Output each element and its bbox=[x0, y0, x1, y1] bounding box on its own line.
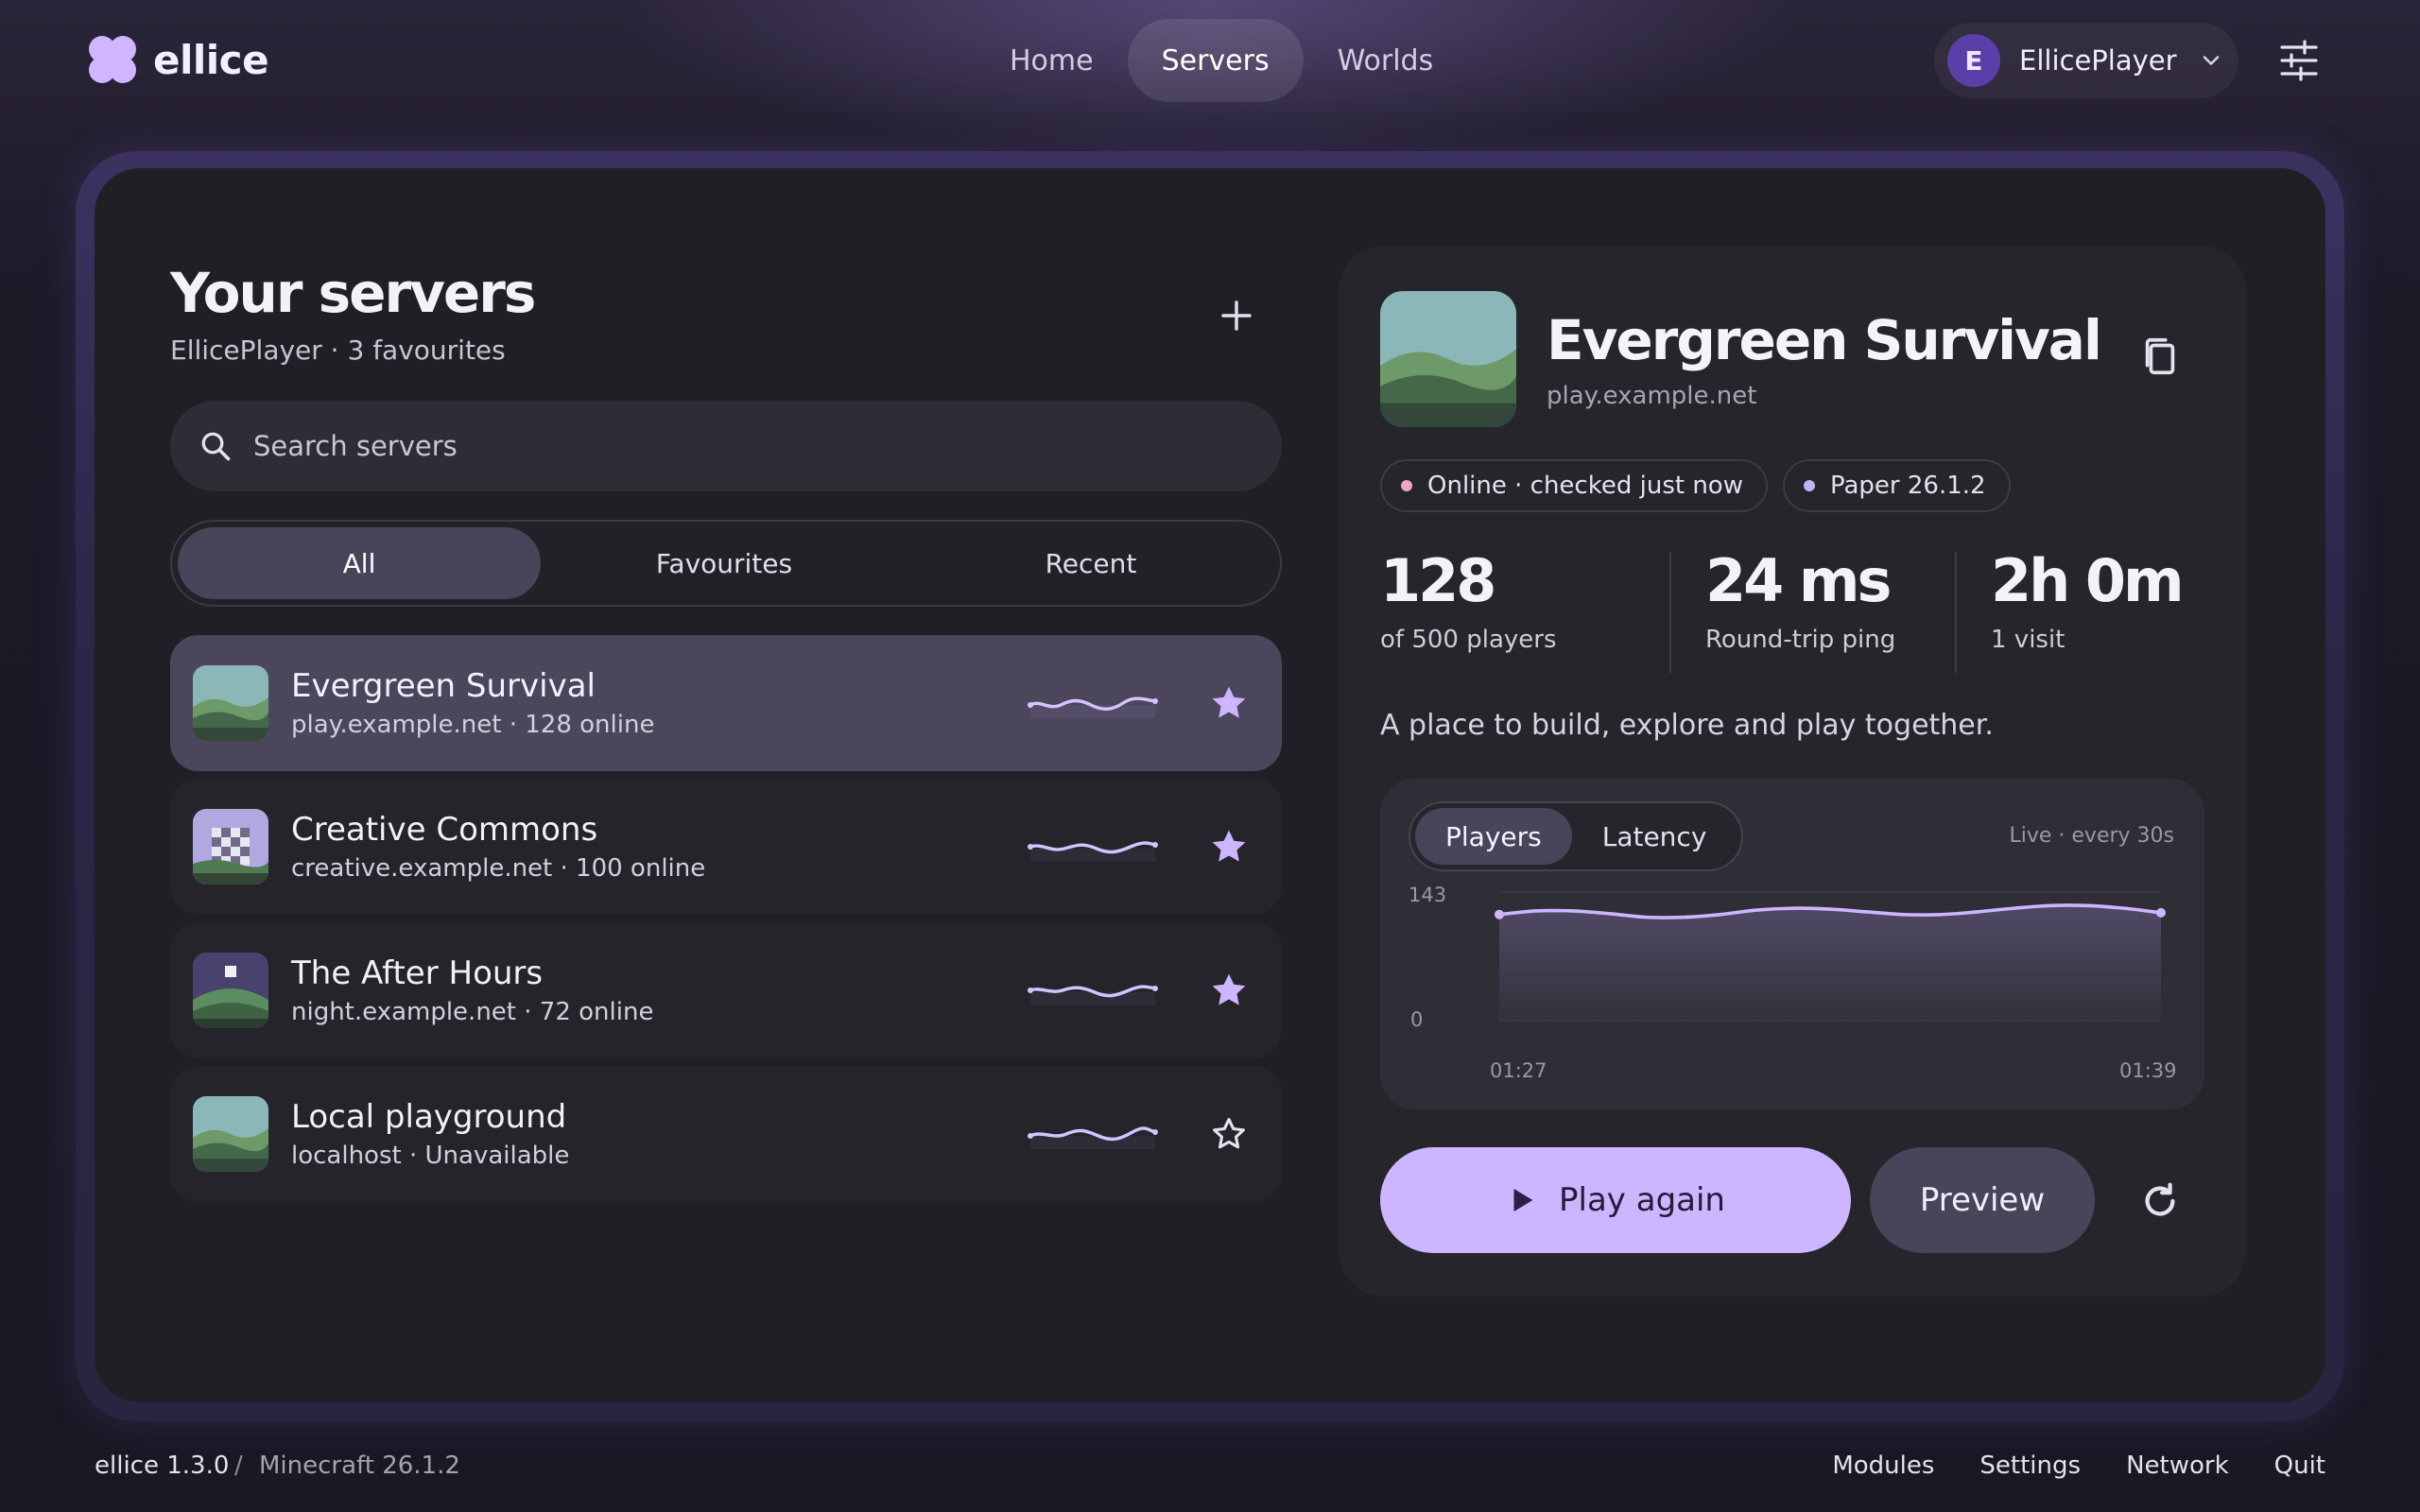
stat-label: Round-trip ping bbox=[1705, 626, 1896, 655]
player-sparkline bbox=[1028, 841, 1158, 862]
favourite-star-outline-icon[interactable] bbox=[1208, 1113, 1250, 1155]
favourite-star-icon[interactable] bbox=[1208, 682, 1250, 724]
server-title: Evergreen Survival bbox=[1547, 308, 2102, 372]
favourite-star-icon[interactable] bbox=[1208, 826, 1250, 868]
version-text: Paper 26.1.2 bbox=[1829, 472, 1986, 500]
user-name: EllicePlayer bbox=[2019, 44, 2177, 77]
stat-divider bbox=[1669, 552, 1671, 673]
stat-playtime: 2h 0m 1 visit bbox=[1991, 546, 2185, 655]
server-name: Evergreen Survival bbox=[291, 667, 596, 705]
version-badge: Paper 26.1.2 bbox=[1782, 459, 2011, 512]
page-title: Your servers bbox=[170, 261, 536, 325]
chevron-down-icon bbox=[2203, 56, 2219, 65]
page-subtitle: EllicePlayer · 3 favourites bbox=[170, 335, 506, 366]
stat-divider bbox=[1955, 552, 1957, 673]
top-bar: ellice Home Servers Worlds E EllicePlaye… bbox=[0, 0, 2420, 121]
stat-label: of 500 players bbox=[1380, 626, 1557, 655]
stat-value: 24 ms bbox=[1705, 546, 1892, 615]
status-text: Online · checked just now bbox=[1427, 472, 1743, 500]
settings-sliders-icon[interactable] bbox=[2276, 38, 2322, 83]
search-input[interactable] bbox=[253, 430, 1104, 462]
server-description: A place to build, explore and play toget… bbox=[1380, 709, 1994, 742]
avatar: E bbox=[1947, 34, 2000, 87]
server-name: Creative Commons bbox=[291, 811, 598, 849]
server-row[interactable]: Local playground localhost · Unavailable bbox=[170, 1066, 1282, 1202]
server-address: play.example.net · 128 online bbox=[291, 711, 655, 739]
stat-ping: 24 ms Round-trip ping bbox=[1705, 546, 1895, 654]
chart-point bbox=[2156, 907, 2166, 918]
footer-links: Modules Settings Network Quit bbox=[1832, 1452, 2325, 1480]
nav-worlds[interactable]: Worlds bbox=[1304, 19, 1468, 102]
y-tick-label: 0 bbox=[1410, 1008, 1423, 1031]
preview-button[interactable]: Preview bbox=[1870, 1147, 2095, 1253]
footer-link-modules[interactable]: Modules bbox=[1832, 1452, 1934, 1480]
player-chart-card: Players Latency Live · every 30s 143 0 0… bbox=[1380, 779, 2204, 1109]
play-button[interactable]: Play again bbox=[1380, 1147, 1851, 1253]
app-logo[interactable]: ellice bbox=[89, 36, 269, 83]
x-tick-label: 01:39 bbox=[2119, 1059, 2177, 1082]
server-address: creative.example.net · 100 online bbox=[291, 854, 706, 883]
add-server-button[interactable] bbox=[1210, 289, 1263, 342]
refresh-icon[interactable] bbox=[2138, 1179, 2182, 1223]
favourite-star-icon[interactable] bbox=[1208, 970, 1250, 1011]
y-tick-label: 143 bbox=[1409, 884, 1446, 906]
app-version: ellice 1.3.0 bbox=[95, 1452, 230, 1480]
players-area bbox=[1499, 904, 2161, 1021]
x-tick-label: 01:27 bbox=[1490, 1059, 1547, 1082]
nav-home[interactable]: Home bbox=[976, 19, 1128, 102]
server-thumbnail bbox=[1380, 291, 1516, 427]
online-dot-icon bbox=[1401, 480, 1412, 491]
search-bar bbox=[170, 401, 1282, 491]
server-row[interactable]: Creative Commons creative.example.net · … bbox=[170, 779, 1282, 915]
server-thumbnail bbox=[193, 1096, 268, 1172]
server-thumbnail bbox=[193, 953, 268, 1028]
server-address: night.example.net · 72 online bbox=[291, 998, 654, 1026]
footer-bar: ellice 1.3.0 / Minecraft 26.1.2 Modules … bbox=[0, 1427, 2420, 1512]
stat-value: 128 bbox=[1380, 546, 1496, 615]
server-address: localhost · Unavailable bbox=[291, 1142, 570, 1170]
filter-favourites[interactable]: Favourites bbox=[541, 527, 908, 599]
server-thumbnail bbox=[193, 665, 268, 741]
user-menu[interactable]: E EllicePlayer bbox=[1934, 23, 2238, 98]
server-detail-panel: Evergreen Survival play.example.net Onli… bbox=[1339, 246, 2246, 1297]
server-host: play.example.net bbox=[1547, 382, 1757, 410]
footer-link-network[interactable]: Network bbox=[2126, 1452, 2229, 1480]
player-sparkline bbox=[1028, 985, 1158, 1005]
stat-players: 128 of 500 players bbox=[1380, 546, 1557, 654]
copy-icon[interactable] bbox=[2138, 335, 2182, 378]
play-icon bbox=[1513, 1188, 1533, 1212]
chart-point bbox=[1495, 909, 1504, 919]
main-nav: Home Servers Worlds bbox=[976, 19, 1467, 102]
footer-separator: / bbox=[234, 1452, 243, 1480]
stats-row: 128 of 500 players 24 ms Round-trip ping… bbox=[1380, 546, 2208, 675]
play-label: Play again bbox=[1559, 1181, 1725, 1219]
player-sparkline bbox=[1028, 1126, 1158, 1149]
server-name: The After Hours bbox=[291, 954, 544, 992]
players-chart: 143 0 01:27 01:39 bbox=[1409, 884, 2177, 1082]
logo-icon bbox=[89, 36, 136, 83]
filter-recent[interactable]: Recent bbox=[908, 527, 1274, 599]
stat-value: 2h 0m bbox=[1991, 546, 2185, 615]
filter-segment: All Favourites Recent bbox=[170, 520, 1282, 607]
server-row[interactable]: Evergreen Survival play.example.net · 12… bbox=[170, 635, 1282, 771]
status-chips: Online · checked just now Paper 26.1.2 bbox=[1380, 459, 2011, 512]
minecraft-version: Minecraft 26.1.2 bbox=[259, 1452, 460, 1480]
server-list: Evergreen Survival play.example.net · 12… bbox=[170, 635, 1282, 1210]
app-name: ellice bbox=[153, 36, 269, 83]
version-dot-icon bbox=[1803, 480, 1815, 491]
server-thumbnail bbox=[193, 809, 268, 885]
server-name: Local playground bbox=[291, 1098, 567, 1136]
player-sparkline bbox=[1028, 696, 1158, 718]
stat-label: 1 visit bbox=[1991, 626, 2066, 655]
footer-link-quit[interactable]: Quit bbox=[2274, 1452, 2325, 1480]
search-icon bbox=[201, 432, 231, 461]
footer-link-settings[interactable]: Settings bbox=[1979, 1452, 2081, 1480]
nav-servers[interactable]: Servers bbox=[1127, 19, 1304, 102]
status-badge: Online · checked just now bbox=[1380, 459, 1768, 512]
server-row[interactable]: The After Hours night.example.net · 72 o… bbox=[170, 922, 1282, 1058]
filter-all[interactable]: All bbox=[178, 527, 541, 599]
